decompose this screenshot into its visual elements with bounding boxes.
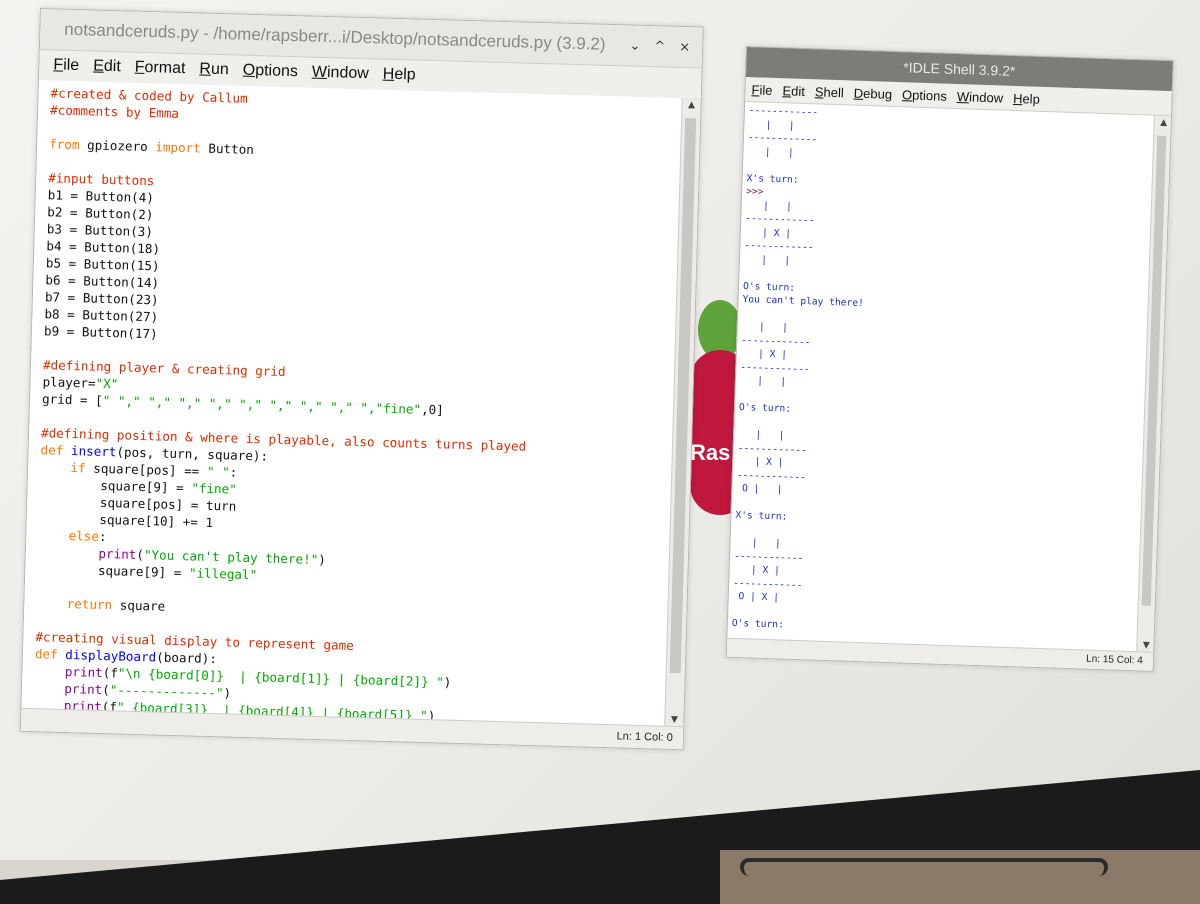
code-token: " " (206, 463, 230, 480)
code-token: b6 = Button(14) (45, 272, 160, 291)
code-token: b5 = Button(15) (45, 255, 160, 274)
shell-menu-edit[interactable]: Edit (782, 83, 805, 99)
code-token: ,0] (420, 401, 445, 418)
code-token: else (68, 528, 100, 544)
code-token: #input buttons (48, 170, 155, 189)
code-token: print (64, 680, 103, 698)
logo-text: Ras (690, 440, 731, 465)
shell-scroll-up-icon[interactable]: ▲ (1155, 118, 1173, 129)
code-token: displayBoard (65, 646, 157, 665)
code-text[interactable]: #created & coded by Callum #comments by E… (21, 80, 682, 726)
shell-menu-help[interactable]: Help (1013, 90, 1040, 106)
cable (740, 858, 1108, 876)
code-token: square[9] = (37, 561, 190, 581)
shell-menu-window[interactable]: Window (957, 89, 1004, 106)
shell-menu-file[interactable]: File (751, 82, 772, 98)
editor-window[interactable]: notsandceruds.py - /home/rapsberr...i/De… (19, 8, 704, 751)
code-token: import (155, 139, 202, 156)
code-token: grid = [ (41, 391, 103, 408)
shell-menu-shell[interactable]: Shell (815, 84, 844, 100)
code-token: from (49, 136, 80, 153)
code-token: "fine" (191, 480, 238, 497)
code-token: Button (200, 140, 255, 158)
minimize-icon[interactable]: ⌄ (629, 38, 640, 53)
shell-window[interactable]: *IDLE Shell 3.9.2* File Edit Shell Debug… (725, 46, 1174, 672)
code-token: return (66, 595, 113, 613)
code-token: insert (70, 443, 117, 460)
code-token: "-------------" (109, 682, 224, 701)
menu-run[interactable]: Run (199, 60, 229, 79)
menu-file[interactable]: File (53, 56, 79, 75)
code-token: b4 = Button(18) (46, 238, 161, 257)
code-token: #comments by Emma (49, 102, 180, 121)
maximize-icon[interactable]: ^ (654, 39, 665, 54)
code-token: print (98, 545, 137, 562)
code-token: b7 = Button(23) (44, 289, 159, 308)
shell-menu-options[interactable]: Options (902, 87, 947, 103)
shell-scroll-down-icon[interactable]: ▼ (1137, 640, 1155, 651)
shell-text[interactable]: ------------ | | ------------ | | X's tur… (728, 102, 1155, 646)
code-token: def (40, 442, 64, 458)
code-token: square (112, 597, 166, 614)
editor-title: notsandceruds.py - /home/rapsberr...i/De… (64, 19, 606, 54)
code-token: print (64, 663, 103, 681)
code-token: (f (102, 665, 119, 681)
shell-output[interactable]: ------------ | | ------------ | | X's tur… (727, 102, 1155, 652)
monitor-stand (720, 850, 1200, 904)
code-token: "X" (95, 375, 119, 392)
menu-window[interactable]: Window (312, 64, 369, 84)
menu-edit[interactable]: Edit (93, 58, 121, 77)
menu-help[interactable]: Help (383, 66, 416, 85)
scroll-up-icon[interactable]: ▲ (682, 100, 700, 110)
code-token: b8 = Button(27) (44, 306, 159, 325)
code-token: b2 = Button(2) (47, 204, 154, 223)
code-token: (board): (156, 649, 218, 667)
shell-menu-debug[interactable]: Debug (854, 85, 893, 101)
code-token: ) (223, 685, 232, 701)
code-token: gpiozero (79, 137, 156, 155)
code-token: : (98, 528, 107, 545)
menu-format[interactable]: Format (134, 59, 186, 78)
close-icon[interactable]: × (679, 39, 690, 54)
code-token: b9 = Button(17) (43, 323, 158, 342)
code-editor[interactable]: #created & coded by Callum #comments by E… (21, 79, 683, 727)
code-token: ) (318, 551, 327, 568)
scroll-down-icon[interactable]: ▼ (665, 715, 683, 725)
code-token: "illegal" (188, 565, 258, 583)
code-token: if (70, 460, 86, 476)
code-token: b1 = Button(4) (47, 187, 155, 206)
code-token: b3 = Button(3) (46, 221, 154, 240)
code-token: def (34, 646, 58, 662)
code-token: player= (42, 374, 96, 391)
menu-options[interactable]: Options (242, 62, 299, 82)
code-token: ) (443, 674, 452, 690)
code-token: : (229, 464, 238, 480)
